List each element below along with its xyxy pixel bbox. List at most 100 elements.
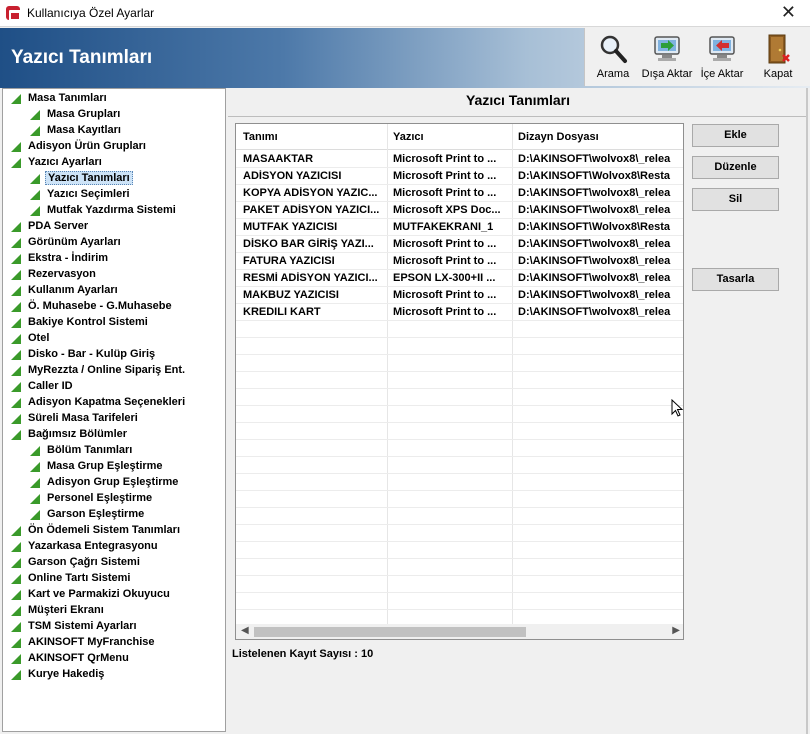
export-button[interactable]: Dışa Aktar bbox=[639, 31, 695, 83]
tree-node-icon bbox=[30, 206, 40, 216]
export-label: Dışa Aktar bbox=[641, 68, 693, 80]
tree-node-icon bbox=[11, 542, 21, 552]
tree-node-icon bbox=[30, 462, 40, 472]
tree-node-icon bbox=[11, 430, 21, 440]
printer-grid: Tanımı Yazıcı Dizayn Dosyası MASAAKTAR Mi… bbox=[235, 123, 684, 640]
tree-item-label: Adisyon Grup Eşleştirme bbox=[47, 476, 179, 488]
table-cell: Microsoft Print to ... bbox=[393, 238, 497, 250]
tree-node-icon bbox=[11, 334, 21, 344]
tree-node-icon bbox=[30, 110, 40, 120]
tree-node-icon bbox=[30, 478, 40, 488]
tree-item-label: Adisyon Kapatma Seçenekleri bbox=[28, 396, 186, 408]
table-row[interactable]: MUTFAK YAZICISI MUTFAKEKRANI_1 D:\AKINSOFT… bbox=[236, 219, 683, 236]
column-header-dizayn-dosyasi[interactable]: Dizayn Dosyası bbox=[518, 131, 599, 143]
search-button[interactable]: Arama bbox=[585, 31, 641, 83]
title-bar: Kullanıcıya Özel Ayarlar ✕ bbox=[0, 0, 810, 27]
column-header-tanimi[interactable]: Tanımı bbox=[243, 131, 278, 143]
table-cell: RESMİ ADİSYON YAZICI... bbox=[243, 272, 378, 284]
tree-item-label: Yazarkasa Entegrasyonu bbox=[28, 540, 158, 552]
table-cell: D:\AKINSOFT\wolvox8\_relea bbox=[518, 238, 671, 250]
delete-button[interactable]: Sil bbox=[692, 188, 779, 211]
table-cell: KREDILI KART bbox=[243, 306, 321, 318]
tree-node-icon bbox=[11, 238, 21, 248]
empty-row bbox=[236, 525, 683, 542]
tree-node-icon bbox=[11, 622, 21, 632]
table-row[interactable]: KOPYA ADİSYON YAZIC... Microsoft Print to… bbox=[236, 185, 683, 202]
tree-item-label: Personel Eşleştirme bbox=[47, 492, 153, 504]
tree-item-label: Bağımsız Bölümler bbox=[28, 428, 128, 440]
tree-node-icon bbox=[11, 222, 21, 232]
table-cell: Microsoft Print to ... bbox=[393, 170, 497, 182]
table-row[interactable]: FATURA YAZICISI Microsoft Print to ... D:\… bbox=[236, 253, 683, 270]
tree-node-icon bbox=[11, 606, 21, 616]
table-row[interactable]: RESMİ ADİSYON YAZICI... EPSON LX-300+II .… bbox=[236, 270, 683, 287]
tree-item-label: AKINSOFT QrMenu bbox=[28, 652, 129, 664]
tree-node-icon bbox=[30, 174, 40, 184]
empty-row bbox=[236, 576, 683, 593]
tree-item-label: Ön Ödemeli Sistem Tanımları bbox=[28, 524, 181, 536]
tree-node-icon bbox=[30, 126, 40, 136]
table-row[interactable]: ADİSYON YAZICISI Microsoft Print to ... D:… bbox=[236, 168, 683, 185]
table-cell: D:\AKINSOFT\Wolvox8\Resta bbox=[518, 170, 670, 182]
search-icon bbox=[600, 35, 627, 63]
tree-node-icon bbox=[30, 190, 40, 200]
scrollbar-thumb[interactable] bbox=[254, 627, 526, 637]
banner-title: Yazıcı Tanımları bbox=[11, 47, 153, 68]
import-button[interactable]: İçe Aktar bbox=[694, 31, 750, 83]
table-row[interactable]: KREDILI KART Microsoft Print to ... D:\AKI… bbox=[236, 304, 683, 321]
table-cell: MAKBUZ YAZICISI bbox=[243, 289, 339, 301]
settings-tree: Masa Tanımları Masa Grupları Masa Kayıtlar… bbox=[2, 88, 226, 732]
tree-item-label: TSM Sistemi Ayarları bbox=[28, 620, 137, 632]
table-cell: Microsoft Print to ... bbox=[393, 255, 497, 267]
table-row[interactable]: DİSKO BAR GİRİŞ YAZI... Microsoft Print t… bbox=[236, 236, 683, 253]
tree-node-icon bbox=[11, 558, 21, 568]
import-label: İçe Aktar bbox=[700, 68, 744, 80]
tree-node-icon bbox=[11, 670, 21, 680]
add-button[interactable]: Ekle bbox=[692, 124, 779, 147]
panel-title: Yazıcı Tanımları bbox=[465, 92, 570, 108]
tree-item-label: Kart ve Parmakizi Okuyucu bbox=[28, 588, 170, 600]
empty-row bbox=[236, 372, 683, 389]
table-cell: MASAAKTAR bbox=[243, 153, 314, 165]
tree-node-icon bbox=[11, 398, 21, 408]
table-row[interactable]: PAKET ADİSYON YAZICI... Microsoft XPS Doc… bbox=[236, 202, 683, 219]
panel-border bbox=[806, 88, 808, 734]
tree-item-label: Otel bbox=[28, 332, 50, 344]
table-cell: D:\AKINSOFT\wolvox8\_relea bbox=[518, 204, 671, 216]
tree-node-icon bbox=[11, 142, 21, 152]
close-button[interactable]: Kapat bbox=[750, 31, 806, 83]
import-icon bbox=[709, 36, 735, 61]
table-cell: Microsoft Print to ... bbox=[393, 153, 497, 165]
horizontal-scrollbar[interactable]: ◀ ▶ bbox=[236, 624, 683, 639]
tree-node-icon bbox=[11, 638, 21, 648]
column-header-yazici[interactable]: Yazıcı bbox=[393, 131, 424, 143]
tree-item-label: Online Tartı Sistemi bbox=[28, 572, 131, 584]
tree-item-label: Masa Tanımları bbox=[28, 92, 107, 104]
table-cell: D:\AKINSOFT\wolvox8\_relea bbox=[518, 187, 671, 199]
edit-button[interactable]: Düzenle bbox=[692, 156, 779, 179]
tree-item-label: AKINSOFT MyFranchise bbox=[28, 636, 155, 648]
table-row[interactable]: MAKBUZ YAZICISI Microsoft Print to ... D:\… bbox=[236, 287, 683, 304]
tree-item-label: Yazıcı Tanımları bbox=[45, 171, 133, 185]
tree-node-icon bbox=[11, 382, 21, 392]
scroll-right-icon[interactable]: ▶ bbox=[672, 625, 680, 636]
design-button[interactable]: Tasarla bbox=[692, 268, 779, 291]
tree-item-label: Caller ID bbox=[28, 380, 73, 392]
tree-item-label: Kurye Hakediş bbox=[28, 668, 105, 680]
scroll-left-icon[interactable]: ◀ bbox=[241, 625, 249, 636]
tree-item-label: Rezervasyon bbox=[28, 268, 96, 280]
table-cell: Microsoft Print to ... bbox=[393, 306, 497, 318]
toolbar: Arama Dışa Aktar İçe Aktar Kapat bbox=[584, 28, 810, 86]
tree-item-label: Garson Eşleştirme bbox=[47, 508, 145, 520]
empty-row bbox=[236, 423, 683, 440]
table-row[interactable]: MASAAKTAR Microsoft Print to ... D:\AKINSO… bbox=[236, 151, 683, 168]
table-cell: MUTFAKEKRANI_1 bbox=[393, 221, 494, 233]
table-cell: D:\AKINSOFT\wolvox8\_relea bbox=[518, 255, 671, 267]
close-window-button[interactable]: ✕ bbox=[781, 3, 796, 21]
table-cell: EPSON LX-300+II ... bbox=[393, 272, 496, 284]
empty-row bbox=[236, 491, 683, 508]
tree-node-icon bbox=[11, 94, 21, 104]
tree-node-icon bbox=[11, 270, 21, 280]
tree-item-label: Süreli Masa Tarifeleri bbox=[28, 412, 138, 424]
table-cell: D:\AKINSOFT\Wolvox8\Resta bbox=[518, 221, 670, 233]
